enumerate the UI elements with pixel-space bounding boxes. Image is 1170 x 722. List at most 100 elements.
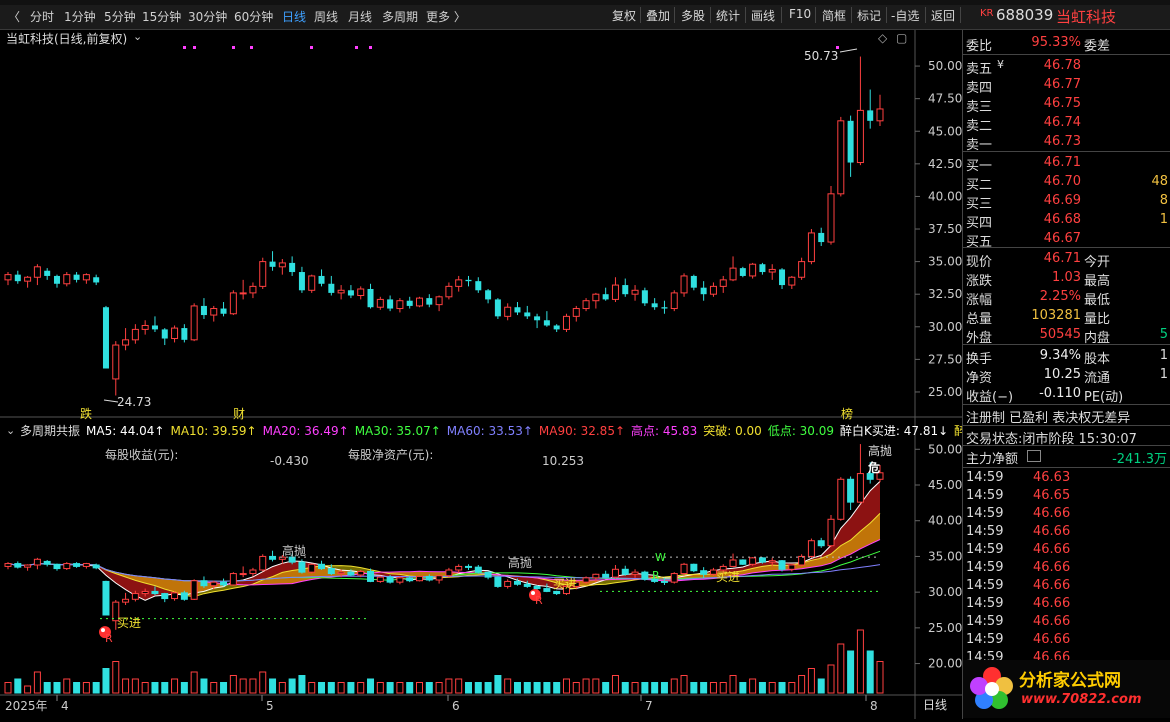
volume-bar <box>758 682 766 694</box>
candle-body <box>680 275 688 294</box>
volume-bar <box>73 682 81 694</box>
lower-candle-body <box>327 568 335 575</box>
eps-value: -0.430 <box>270 454 309 468</box>
eps-label: 每股收益(元): <box>105 448 179 462</box>
period-tab[interactable]: 1分钟 <box>64 8 96 25</box>
candle-body <box>249 285 257 294</box>
tick-row: 14:59 46.66 <box>963 632 1170 650</box>
volume-bar <box>386 682 394 694</box>
draw-line-button[interactable]: 画线 <box>751 7 775 24</box>
candle-body <box>641 290 648 304</box>
date-label: 6 <box>452 699 460 713</box>
volume-bar <box>807 668 815 694</box>
simple-frame-button[interactable]: 简框 <box>822 7 846 24</box>
indicator-collapse-icon[interactable]: ⌄ <box>6 424 15 437</box>
stat-value-2: 1 <box>1159 348 1168 363</box>
stat-label: 现价 <box>966 255 993 270</box>
watchlist-button[interactable]: -自选 <box>891 7 919 24</box>
stat-label: 换手 <box>966 352 993 367</box>
candle-body <box>24 276 32 282</box>
volume-bar <box>122 678 130 694</box>
lower-candle-body <box>592 573 600 579</box>
lower-candle-body <box>435 575 443 581</box>
weibi-row: 委比 95.33% 委差 <box>963 34 1170 54</box>
period-tab-more[interactable]: 更多 〉 <box>426 8 466 25</box>
adjust-button[interactable]: 复权 <box>612 7 636 24</box>
period-tab[interactable]: 15分钟 <box>142 8 181 25</box>
period-tab[interactable]: 月线 <box>348 8 372 25</box>
lower-candle-body <box>308 563 316 573</box>
indicator-name[interactable]: 多周期共振 <box>20 422 80 439</box>
f10-button[interactable]: F10 <box>789 7 811 21</box>
nav-value: 10.253 <box>542 454 584 468</box>
date-label: 7 <box>645 699 653 713</box>
tick-time: 14:59 <box>966 614 1004 629</box>
stat-label: 涨跌 <box>966 274 993 289</box>
volume-bar <box>161 682 169 694</box>
chart-mini-icon[interactable] <box>1027 450 1041 462</box>
bid-row-price: 46.71 <box>1043 155 1081 170</box>
r-label-3: R <box>652 569 660 582</box>
candle-body <box>690 275 697 288</box>
candle-body <box>337 289 345 294</box>
tick-time: 14:59 <box>966 524 1004 539</box>
volume-bar <box>102 668 110 694</box>
lower-candle-body <box>220 581 228 586</box>
overlay-button[interactable]: 叠加 <box>646 7 670 24</box>
window-toggle-icon[interactable]: ▢ <box>896 31 907 45</box>
candle-body <box>856 109 864 164</box>
volume-bar <box>739 682 747 694</box>
lower-candle-body <box>837 478 845 520</box>
period-tab-daily[interactable]: 日线 <box>282 8 306 25</box>
date-label: 2025年 <box>5 699 48 713</box>
chart-area[interactable]: 50.00 47.50 45.00 42.50 40.00 37.50 35.00 32.50… <box>0 30 966 719</box>
candle-body <box>376 298 384 308</box>
volume-bar <box>680 675 688 694</box>
lower-candle-body <box>269 555 277 560</box>
candle-body <box>592 293 600 302</box>
candle-body <box>818 232 825 243</box>
candle-body <box>670 292 678 310</box>
kline-chart[interactable]: 50.00 47.50 45.00 42.50 40.00 37.50 35.00 32.50… <box>0 30 962 719</box>
return-button[interactable]: 返回 <box>931 7 955 24</box>
period-tab[interactable]: 60分钟 <box>234 8 273 25</box>
tick-price: 46.65 <box>1033 488 1071 503</box>
stock-code: 688039 <box>996 6 1054 24</box>
volume-bar <box>278 682 286 694</box>
tick-price: 46.66 <box>1033 524 1071 539</box>
stat-value: 46.71 <box>1043 251 1081 266</box>
nav-back-icon[interactable]: 〈 <box>8 8 20 25</box>
lower-candle-body <box>621 568 629 575</box>
stat-value: 2.25% <box>1039 289 1081 304</box>
lower-candle-body <box>376 576 384 582</box>
period-tab[interactable]: 30分钟 <box>188 8 227 25</box>
candle-body <box>768 268 776 273</box>
chevron-down-icon[interactable]: ⌄ <box>133 30 142 43</box>
candle-body <box>259 261 267 287</box>
high-throw-label-3: 高抛 <box>508 556 533 570</box>
period-tab[interactable]: 分时 <box>30 8 54 25</box>
volume-bar <box>788 682 796 694</box>
mark-button[interactable]: 标记 <box>857 7 881 24</box>
volume-bar <box>151 682 159 694</box>
lower-candle-body <box>729 559 737 567</box>
diamond-icon[interactable]: ◇ <box>878 31 887 45</box>
volume-bar <box>592 678 600 694</box>
candle-body <box>73 274 80 280</box>
stat-label: 净资 <box>966 371 993 386</box>
period-tab[interactable]: 多周期 <box>382 8 418 25</box>
volume-bar <box>504 678 512 694</box>
period-tab[interactable]: 5分钟 <box>104 8 136 25</box>
period-tab[interactable]: 周线 <box>314 8 338 25</box>
volume-bar <box>190 671 198 694</box>
top-strip <box>0 0 1170 5</box>
ask-row-label: 卖二 <box>966 119 993 134</box>
price-axis-label: 25.00 <box>928 385 962 399</box>
stats-button[interactable]: 统计 <box>716 7 740 24</box>
lower-candle-body <box>200 580 208 587</box>
signal-dot <box>183 46 186 49</box>
price-axis-label: 40.00 <box>928 189 962 203</box>
multi-stock-button[interactable]: 多股 <box>681 7 705 24</box>
candle-body <box>347 290 354 296</box>
volume-bar <box>210 682 218 694</box>
